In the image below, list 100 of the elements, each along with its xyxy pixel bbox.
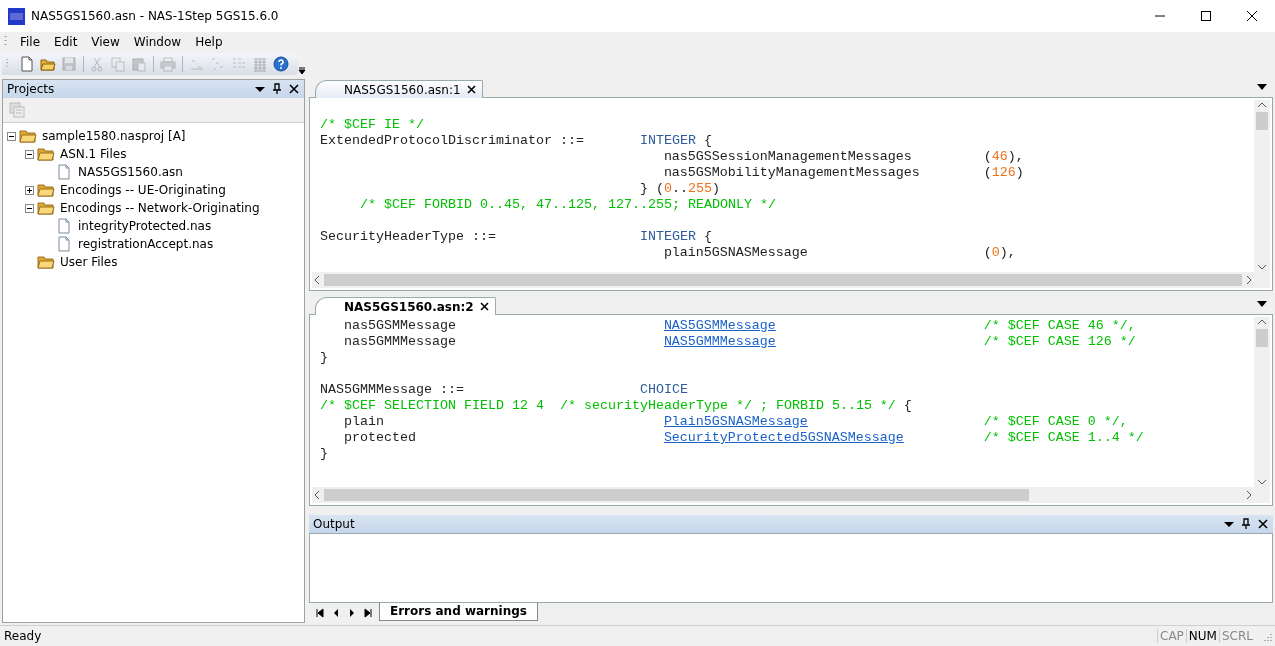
menu-item[interactable]: Window: [126, 33, 189, 51]
overflow-icon[interactable]: [298, 65, 306, 75]
pin-icon[interactable]: [271, 83, 283, 95]
collapse-icon[interactable]: [25, 149, 34, 159]
code-text: {: [702, 133, 712, 148]
type-link[interactable]: Plain5GSNASMessage: [663, 414, 808, 429]
code-text: (: [983, 245, 992, 260]
tree-item[interactable]: ASN.1 Files: [59, 147, 128, 161]
tree-item[interactable]: NAS5GS1560.asn: [77, 165, 184, 179]
paste-icon: [131, 55, 148, 72]
collapse-icon[interactable]: [25, 203, 34, 213]
code-text: (: [983, 165, 992, 180]
code-text: protected: [344, 430, 416, 445]
tree-item[interactable]: registrationAccept.nas: [77, 237, 215, 251]
scroll-left-icon[interactable]: [312, 275, 322, 285]
new-file-icon: [18, 55, 35, 72]
type-link[interactable]: NAS5GSMMessage: [663, 318, 776, 333]
tree-item[interactable]: sample1580.nasproj [A]: [41, 129, 187, 143]
code-text: {: [902, 398, 912, 413]
scroll-thumb[interactable]: [324, 489, 1029, 501]
code-text: NAS5GMMMessage ::=: [320, 382, 464, 397]
next-icon[interactable]: [347, 608, 357, 618]
code-text: 46: [991, 149, 1008, 164]
folder-icon: [19, 128, 37, 144]
scissors-icon: [89, 55, 106, 72]
close-icon[interactable]: [479, 302, 489, 311]
last-icon[interactable]: [363, 608, 373, 618]
tree-item[interactable]: Encodings -- UE-Originating: [59, 183, 227, 197]
document-tab[interactable]: NAS5GS1560.asn:2: [315, 297, 496, 315]
vertical-scrollbar[interactable]: [1254, 317, 1270, 487]
tree-item[interactable]: User Files: [59, 255, 119, 269]
folder-icon: [37, 254, 55, 270]
close-icon[interactable]: [466, 85, 476, 94]
scroll-down-icon[interactable]: [1257, 477, 1267, 487]
menu-item[interactable]: Edit: [47, 33, 85, 51]
scroll-thumb[interactable]: [1256, 112, 1268, 130]
type-link[interactable]: SecurityProtected5GSNASMessage: [663, 430, 904, 445]
code-text: ),: [999, 245, 1016, 260]
horizontal-scrollbar[interactable]: [312, 272, 1270, 288]
panel-title: Output: [313, 517, 356, 531]
printer-icon: [160, 55, 177, 72]
scroll-thumb[interactable]: [1256, 329, 1268, 347]
code-text: /* $CEF CASE 126 */: [983, 334, 1136, 349]
code-text: {: [702, 229, 712, 244]
pin-icon[interactable]: [1240, 518, 1252, 530]
file-icon: [55, 236, 73, 252]
menu-item[interactable]: Help: [188, 33, 230, 51]
maximize-icon: [1201, 11, 1211, 21]
close-icon[interactable]: [1257, 518, 1269, 530]
menu-item[interactable]: View: [84, 33, 127, 51]
code-text: 0: [991, 245, 1000, 260]
code-text: ..: [671, 181, 688, 196]
horizontal-scrollbar[interactable]: [312, 487, 1270, 503]
code-text: 0: [663, 181, 672, 196]
code-text: }: [320, 350, 328, 365]
code-text: INTEGER: [639, 229, 696, 244]
code-text: ExtendedProtocolDiscriminator ::=: [320, 133, 584, 148]
code-text: plain: [344, 414, 384, 429]
code-text: ): [1015, 165, 1024, 180]
document-tab[interactable]: NAS5GS1560.asn:1: [315, 80, 483, 98]
collapse-icon[interactable]: [7, 131, 16, 141]
code-text: SecurityHeaderType ::=: [320, 229, 496, 244]
dropdown-icon[interactable]: [1257, 84, 1267, 91]
code-text: plain5GSNASMessage: [663, 245, 808, 260]
close-icon: [1247, 11, 1257, 21]
panel-title: Projects: [7, 82, 56, 96]
scroll-up-icon[interactable]: [1257, 100, 1267, 110]
type-link[interactable]: NAS5GMMMessage: [663, 334, 776, 349]
first-icon[interactable]: [315, 608, 325, 618]
scroll-thumb[interactable]: [324, 274, 1243, 286]
tree-item[interactable]: integrityProtected.nas: [77, 219, 213, 233]
dropdown-icon[interactable]: [1257, 301, 1267, 308]
save-icon: [60, 55, 77, 72]
help-icon: [273, 55, 289, 72]
code-text: 126: [991, 165, 1016, 180]
scroll-up-icon[interactable]: [1257, 317, 1267, 327]
close-icon[interactable]: [288, 83, 300, 95]
file-icon: [55, 218, 73, 234]
code-text: /* $CEF IE */: [320, 117, 424, 132]
folder-icon: [37, 200, 55, 216]
tree-item[interactable]: Encodings -- Network-Originating: [59, 201, 261, 215]
vertical-scrollbar[interactable]: [1254, 100, 1270, 272]
code-text: CHOICE: [639, 382, 688, 397]
expand-icon[interactable]: [25, 185, 34, 195]
code-text: (: [983, 149, 992, 164]
scroll-down-icon[interactable]: [1257, 262, 1267, 272]
code-text: /* $CEF CASE 0 */,: [983, 414, 1128, 429]
code-text: ),: [1007, 149, 1024, 164]
code-text: /* $CEF FORBID 0..45, 47..125, 127..255; READONLY */: [359, 197, 776, 212]
code-text: nas5GSSessionManagementMessages: [663, 149, 912, 164]
code-text: /* $CEF CASE 1..4 */: [983, 430, 1144, 445]
file-icon: [55, 164, 73, 180]
code-text: 255: [687, 181, 712, 196]
status-text: Ready: [4, 629, 43, 643]
scroll-left-icon[interactable]: [312, 490, 322, 500]
help-button[interactable]: [272, 54, 290, 74]
code-text: ): [711, 181, 720, 196]
scroll-right-icon[interactable]: [1244, 490, 1254, 500]
folder-icon: [37, 182, 55, 198]
menu-item[interactable]: File: [13, 33, 48, 51]
